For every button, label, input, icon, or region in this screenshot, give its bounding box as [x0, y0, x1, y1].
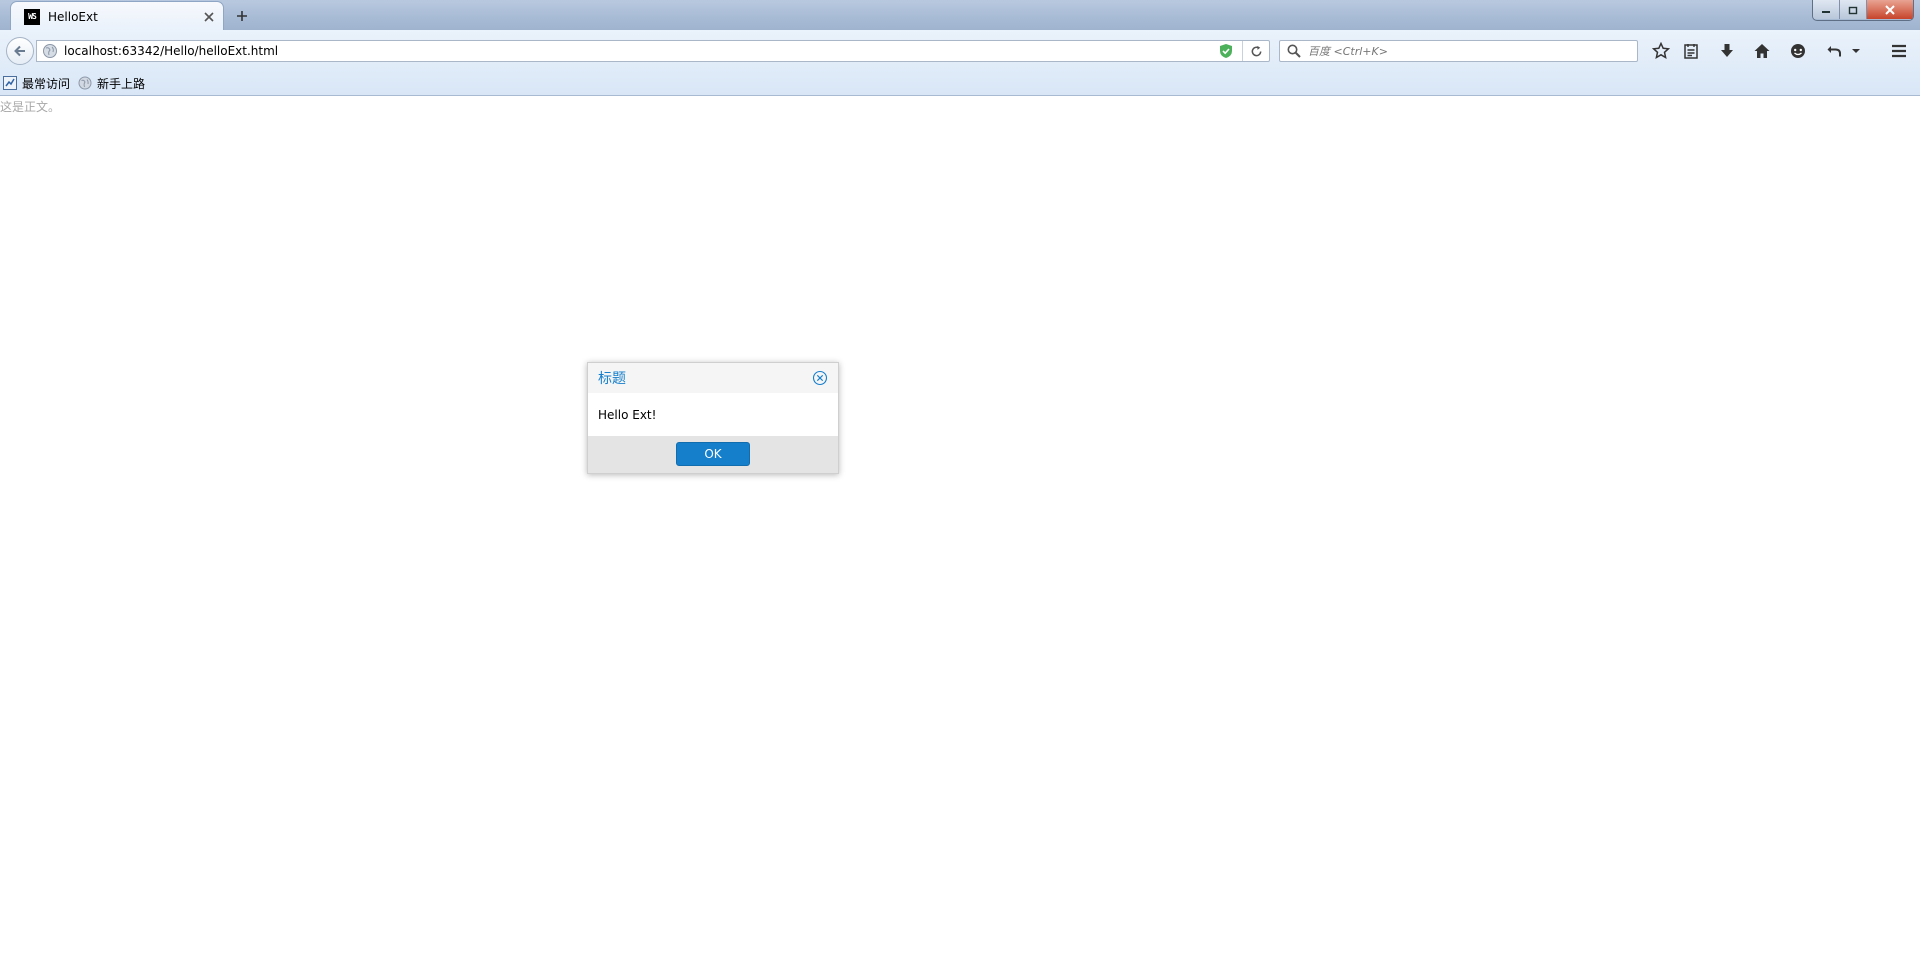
navigation-toolbar: localhost:63342/Hello/helloExt.html — [0, 30, 1920, 70]
home-icon[interactable] — [1751, 40, 1773, 62]
shield-icon[interactable] — [1218, 43, 1234, 59]
site-identity-globe-icon[interactable] — [42, 43, 58, 59]
page-content: 这是正文。 标题 Hello Ext! OK — [0, 96, 1920, 953]
window-controls — [1812, 0, 1914, 21]
message-box-dialog: 标题 Hello Ext! OK — [587, 362, 839, 474]
tab-title: HelloExt — [48, 9, 98, 24]
menu-icon[interactable] — [1888, 40, 1910, 62]
bookmark-label: 新手上路 — [97, 76, 146, 91]
bookmark-most-visited[interactable]: 最常访问 — [3, 74, 70, 92]
search-icon[interactable] — [1286, 43, 1302, 59]
dialog-footer: OK — [588, 436, 838, 473]
window-minimize-icon[interactable] — [1813, 0, 1840, 19]
most-visited-icon — [3, 76, 17, 90]
dialog-message: Hello Ext! — [598, 408, 657, 422]
dialog-body: Hello Ext! — [588, 393, 838, 438]
tab-close-icon[interactable] — [201, 9, 217, 25]
bookmarks-toolbar: 最常访问 新手上路 — [0, 70, 1920, 96]
window-close-icon[interactable] — [1867, 0, 1913, 19]
search-input[interactable] — [1306, 41, 1637, 61]
url-bar[interactable]: localhost:63342/Hello/helloExt.html — [36, 40, 1270, 62]
bookmark-getting-started[interactable]: 新手上路 — [78, 74, 145, 92]
dialog-close-icon[interactable] — [812, 370, 828, 386]
globe-icon — [78, 76, 92, 90]
undo-icon[interactable] — [1823, 40, 1845, 62]
window-restore-icon[interactable] — [1840, 0, 1867, 19]
dialog-title: 标题 — [598, 371, 626, 387]
url-text[interactable]: localhost:63342/Hello/helloExt.html — [64, 44, 1218, 58]
dialog-header[interactable]: 标题 — [588, 363, 838, 393]
download-icon[interactable] — [1716, 40, 1738, 62]
bookmark-label: 最常访问 — [22, 76, 71, 91]
search-bar[interactable] — [1279, 40, 1638, 62]
reading-list-icon[interactable] — [1680, 40, 1702, 62]
back-arrow-icon[interactable] — [6, 37, 34, 65]
browser-tab[interactable]: WS HelloExt — [10, 1, 224, 31]
chat-icon[interactable] — [1787, 40, 1809, 62]
dropdown-arrow-icon[interactable] — [1848, 40, 1864, 62]
tab-favicon-icon: WS — [24, 8, 40, 25]
browser-titlebar: WS HelloExt — [0, 0, 1920, 31]
ok-button[interactable]: OK — [676, 442, 750, 466]
body-text: 这是正文。 — [0, 100, 61, 114]
reload-icon[interactable] — [1243, 41, 1269, 61]
star-icon[interactable] — [1650, 40, 1672, 62]
new-tab-plus-icon[interactable] — [232, 6, 252, 26]
